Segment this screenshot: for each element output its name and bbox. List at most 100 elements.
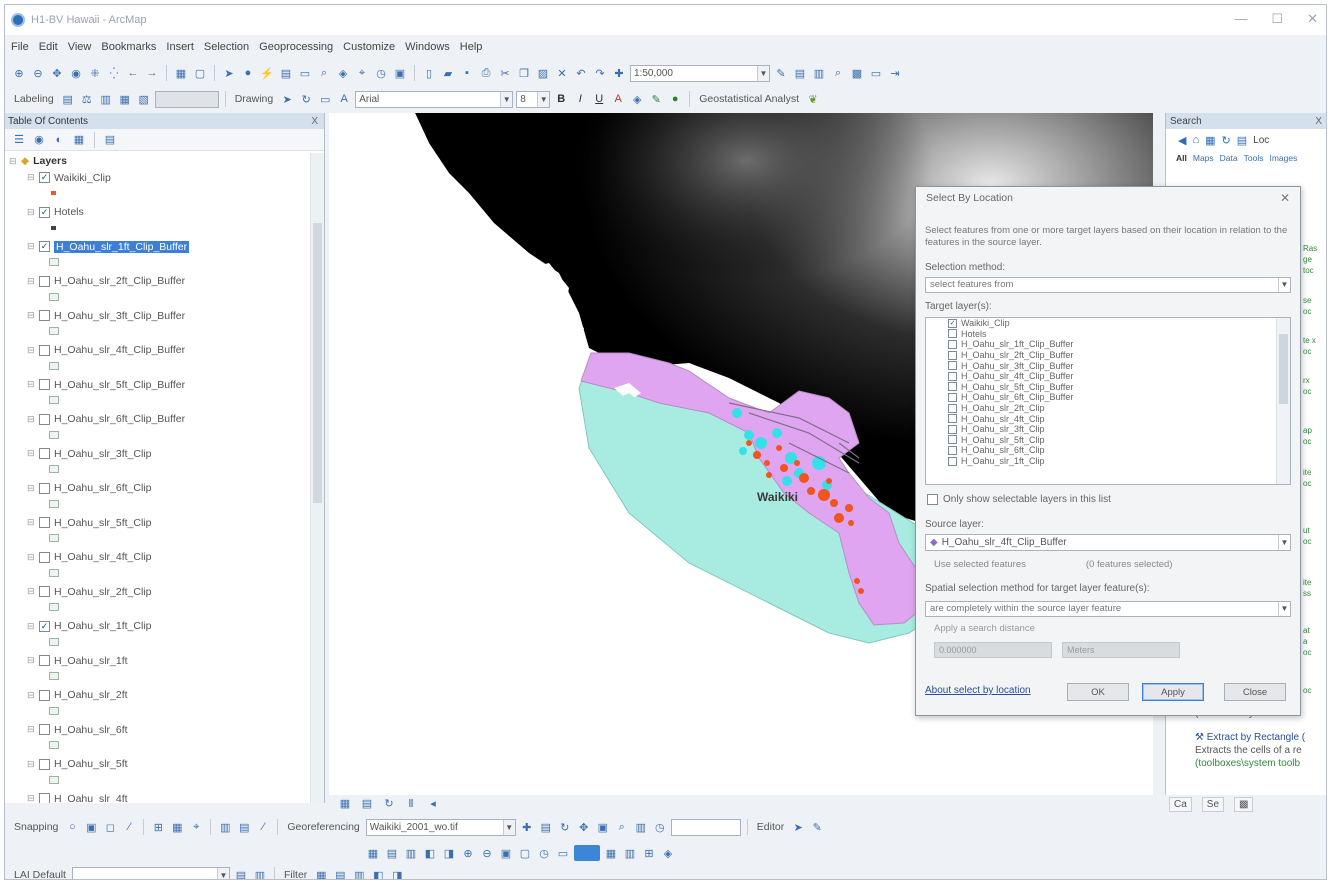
selection-method-select[interactable]: select features from ▼: [925, 277, 1291, 293]
swipe-icon[interactable]: ▥: [633, 819, 649, 835]
layer-symbol-swatch[interactable]: [49, 361, 59, 370]
about-select-by-location-link[interactable]: About select by location: [925, 685, 1031, 696]
options-icon[interactable]: ▤: [1237, 134, 1247, 147]
layer-item[interactable]: ⊟ H_Oahu_slr_5ft_Clip_Buffer: [9, 376, 311, 411]
layer-item[interactable]: ⊟ H_Oahu_slr_6ft_Clip: [9, 480, 311, 515]
expand-icon[interactable]: ⊟: [27, 414, 35, 425]
layer-symbol-swatch[interactable]: [49, 672, 59, 680]
georef-layer-combo[interactable]: Waikiki_2001_wo.tif ▼: [365, 818, 516, 836]
layer-name[interactable]: H_Oahu_slr_1ft_Clip_Buffer: [54, 240, 190, 253]
layer-name[interactable]: H_Oahu_slr_6ft: [54, 724, 128, 736]
lai-combo[interactable]: ▼: [71, 866, 230, 879]
edit-annotation-icon[interactable]: ✎: [809, 819, 825, 835]
expand-icon[interactable]: ⊟: [27, 483, 35, 494]
menu-edit[interactable]: Edit: [39, 41, 58, 53]
expand-icon[interactable]: ⊟: [27, 690, 35, 701]
refresh-icon[interactable]: ↻: [381, 795, 397, 811]
expand-icon[interactable]: ⊟: [27, 241, 35, 252]
snapping-menu[interactable]: Snapping: [14, 821, 58, 833]
layer-name[interactable]: H_Oahu_slr_2ft: [54, 689, 128, 701]
target-list-scrollbar[interactable]: [1276, 318, 1290, 484]
geostatistical-analyst-menu[interactable]: Geostatistical Analyst: [699, 93, 799, 105]
list-by-drawing-order-icon[interactable]: ☰: [11, 132, 27, 148]
zoom-in-icon[interactable]: ⊕: [11, 65, 27, 81]
filter-icon-e[interactable]: ◨: [389, 867, 405, 880]
tab-tools[interactable]: Tools: [1244, 153, 1264, 163]
expand-icon[interactable]: ⊟: [27, 172, 35, 183]
tool-icon-n[interactable]: ⊞: [641, 845, 657, 861]
save-icon[interactable]: ▪: [459, 65, 475, 81]
layout-view-icon[interactable]: ▤: [359, 795, 375, 811]
ok-button[interactable]: OK: [1067, 683, 1129, 701]
table-of-contents-icon[interactable]: ▤: [792, 65, 808, 81]
expand-icon[interactable]: ⊟: [27, 448, 35, 459]
advanced-edit-icon[interactable]: ▤: [236, 819, 252, 835]
target-layer-checkbox[interactable]: [948, 424, 957, 434]
tab-data[interactable]: Data: [1220, 153, 1238, 163]
layer-item[interactable]: ⊟ H_Oahu_slr_4ft_Clip: [9, 549, 311, 584]
redo-icon[interactable]: ↷: [592, 65, 608, 81]
layer-visibility-checkbox[interactable]: [39, 448, 50, 459]
filter-icon-a[interactable]: ▦: [313, 867, 329, 880]
layer-visibility-checkbox[interactable]: [39, 793, 50, 803]
refresh-search-icon[interactable]: ↻: [1222, 134, 1231, 147]
new-document-icon[interactable]: ▯: [421, 65, 437, 81]
font-size-combo[interactable]: 8 ▼: [516, 90, 551, 108]
layer-symbol-swatch[interactable]: [49, 568, 59, 577]
target-layer-checkbox[interactable]: [948, 403, 957, 413]
tool-icon-i[interactable]: ▢: [517, 845, 533, 861]
toc-options-icon[interactable]: ▤: [102, 132, 118, 148]
target-layer-item[interactable]: ✓ Waikiki_Clip: [926, 318, 1290, 329]
layers-root[interactable]: ⊟ ◆ Layers: [9, 153, 311, 169]
back-extent-icon[interactable]: ←: [125, 65, 141, 81]
layer-name[interactable]: H_Oahu_slr_2ft_Clip: [54, 586, 151, 598]
layer-name[interactable]: H_Oahu_slr_4ft_Clip_Buffer: [54, 344, 185, 356]
menu-view[interactable]: View: [68, 41, 92, 53]
paste-icon[interactable]: ▨: [535, 65, 551, 81]
time-slider-icon[interactable]: ◷: [373, 65, 389, 81]
target-layer-item[interactable]: H_Oahu_slr_4ft_Clip_Buffer: [926, 371, 1290, 382]
bold-button[interactable]: B: [553, 91, 569, 107]
label-weight-icon[interactable]: ⚖: [79, 91, 95, 107]
point-snapping-icon[interactable]: ○: [64, 819, 80, 835]
search-panel-close[interactable]: X: [1315, 116, 1322, 127]
lock-labels-icon[interactable]: ▥: [98, 91, 114, 107]
back-icon[interactable]: ◀: [1178, 134, 1186, 147]
pan-icon[interactable]: ✥: [49, 65, 65, 81]
layer-item[interactable]: ⊟ H_Oahu_slr_2ft_Clip: [9, 583, 311, 618]
index-icon[interactable]: ▦: [1205, 134, 1215, 147]
underline-button[interactable]: U: [591, 91, 607, 107]
python-window-icon[interactable]: ▭: [868, 65, 884, 81]
menu-insert[interactable]: Insert: [166, 41, 194, 53]
rotate-icon[interactable]: ↻: [298, 91, 314, 107]
magnifier-icon[interactable]: ⌕: [614, 819, 630, 835]
expand-icon[interactable]: ⊟: [27, 345, 35, 356]
expand-icon[interactable]: ⊟: [27, 517, 35, 528]
apply-search-distance-checkbox[interactable]: Apply a search distance: [934, 623, 1192, 634]
toc-scrollbar[interactable]: [310, 153, 324, 803]
target-layer-checkbox[interactable]: ✓: [948, 318, 957, 328]
local-search-label[interactable]: Loc: [1253, 135, 1269, 146]
list-by-visibility-icon[interactable]: ◐: [51, 132, 67, 148]
layer-item[interactable]: ⊟ H_Oahu_slr_6ft_Clip_Buffer: [9, 411, 311, 446]
layer-name[interactable]: H_Oahu_slr_4ft_Clip: [54, 551, 151, 563]
menu-help[interactable]: Help: [460, 41, 483, 53]
select-elements-arrow-icon[interactable]: ➤: [279, 91, 295, 107]
target-layer-item[interactable]: H_Oahu_slr_2ft_Clip: [926, 403, 1290, 414]
cut-icon[interactable]: ✂: [497, 65, 513, 81]
layer-symbol-swatch[interactable]: [49, 706, 59, 715]
layer-visibility-checkbox[interactable]: [39, 758, 50, 770]
target-layer-item[interactable]: H_Oahu_slr_1ft_Clip: [926, 456, 1290, 467]
tool-icon-e[interactable]: ◨: [441, 845, 457, 861]
layer-visibility-checkbox[interactable]: ✓: [39, 206, 50, 218]
expand-icon[interactable]: ⊟: [27, 759, 35, 770]
layer-name[interactable]: H_Oahu_slr_4ft: [54, 793, 128, 804]
target-layer-checkbox[interactable]: [948, 382, 957, 392]
arctoolbox-icon[interactable]: ▩: [849, 65, 865, 81]
trace-icon[interactable]: ⁄: [255, 819, 271, 835]
minimize-button[interactable]: —: [1234, 11, 1247, 27]
fixed-zoom-in-icon[interactable]: ⁜: [87, 65, 103, 81]
hyperlink-icon[interactable]: ⚡: [259, 65, 275, 81]
georeferencing-menu[interactable]: Georeferencing: [287, 821, 359, 833]
layer-name[interactable]: H_Oahu_slr_5ft_Clip_Buffer: [54, 379, 185, 391]
